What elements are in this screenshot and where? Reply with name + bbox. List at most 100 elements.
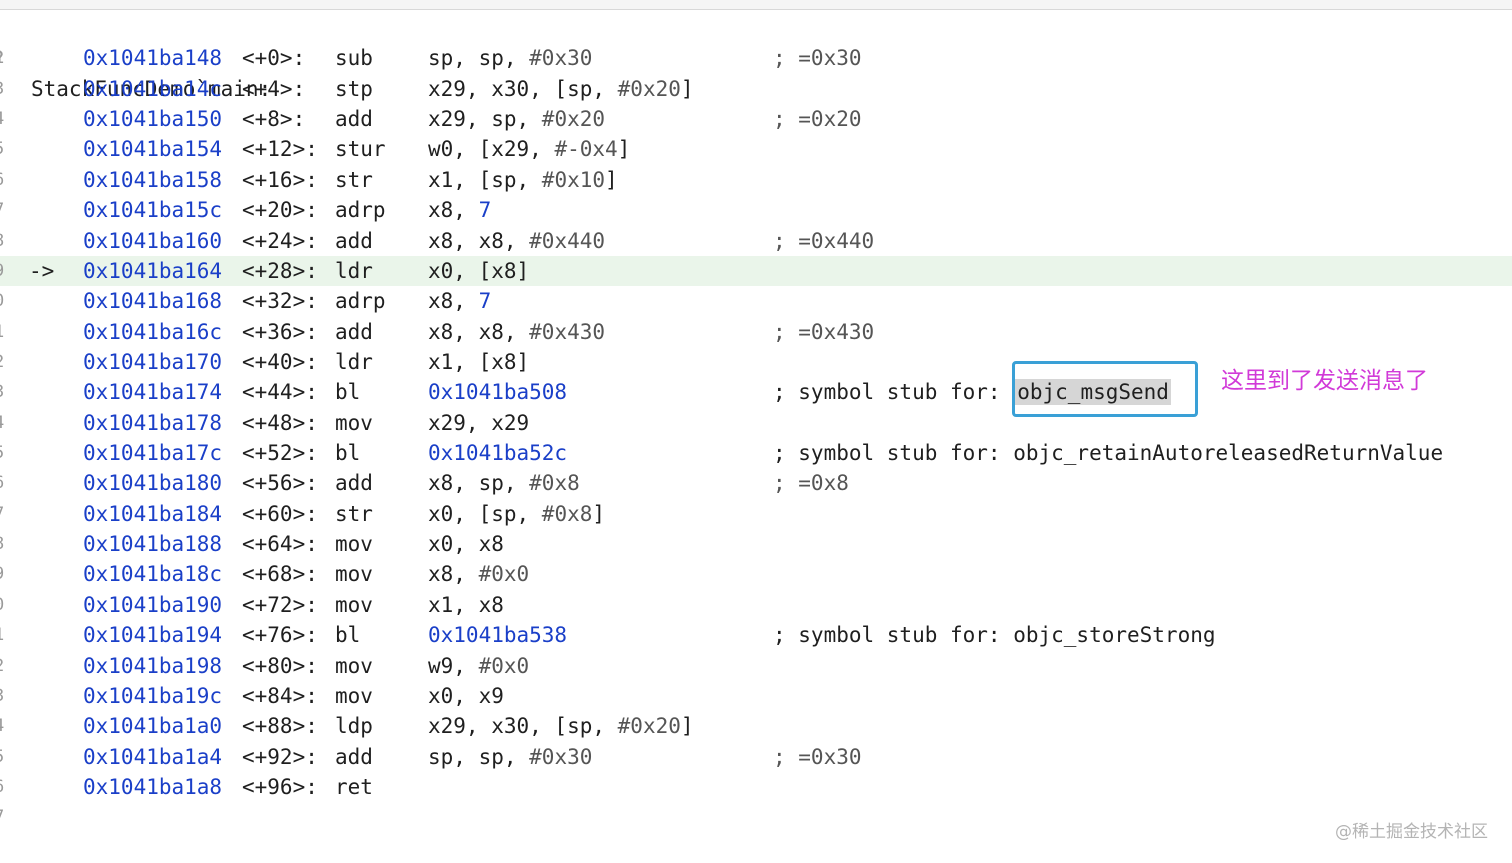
instruction-offset: <+40>: xyxy=(242,349,318,374)
instruction-offset: <+16>: xyxy=(242,167,318,192)
instruction-line[interactable]: 9 -> 0x1041ba164 <+28>: ldr x0, [x8] xyxy=(0,255,1512,287)
instruction-offset: <+88>: xyxy=(242,714,318,739)
disassembly-view[interactable]: 1 StackFuncDemo`main: 2 0x1041ba148 <+0>: s… xyxy=(0,13,1512,833)
operand-immediate: #0x20 xyxy=(617,76,681,101)
instruction-address: 0x1041ba184 xyxy=(83,501,223,526)
instruction-line[interactable]: 6 0x1041ba158 <+16>: str x1, [sp, #0x10] xyxy=(0,165,1512,195)
operand-text: x8, x8, xyxy=(428,228,530,253)
comment-text: ; symbol stub for: objc_retainAutoreleas… xyxy=(773,441,1444,466)
instruction-operands: x29, sp, #0x20 xyxy=(428,104,605,134)
line-number: 6 xyxy=(0,772,8,802)
instruction-line[interactable]: 2 0x1041ba198 <+80>: mov w9, #0x0 xyxy=(0,651,1512,681)
comment-text: ; =0x30 xyxy=(773,744,862,769)
operand-immediate: #0x10 xyxy=(541,167,606,192)
instruction-mnemonic: str xyxy=(335,501,373,526)
instruction-line[interactable]: 1 0x1041ba16c <+36>: add x8, x8, #0x430 ; =0x… xyxy=(0,317,1512,347)
instruction-line[interactable]: 8 0x1041ba160 <+24>: add x8, x8, #0x440 ; =0x… xyxy=(0,226,1512,256)
instruction-offset: <+8>: xyxy=(242,107,306,132)
instruction-comment: ; symbol stub for: objc_storeStrong xyxy=(773,620,1216,650)
instruction-operands: x8, #0x0 xyxy=(428,559,529,589)
instruction-offset: <+4>: xyxy=(242,76,306,101)
instruction-address: 0x1041ba190 xyxy=(83,592,223,617)
line-number: 1 xyxy=(0,317,8,347)
line-number: 3 xyxy=(0,681,8,711)
operand-suffix: ] xyxy=(605,167,618,192)
instruction-line[interactable]: 0 0x1041ba190 <+72>: mov x1, x8 xyxy=(0,590,1512,620)
instruction-mnemonic: add xyxy=(335,471,373,496)
operand-suffix: ] xyxy=(680,714,694,739)
instruction-operands: x8, 7 xyxy=(428,286,491,316)
line-number: 9 xyxy=(0,256,8,286)
line-number: 7 xyxy=(0,802,8,832)
operand-immediate: #0x30 xyxy=(529,46,593,71)
operand-text: x29, x30, [sp, xyxy=(428,76,618,101)
branch-target: 0x1041ba52c xyxy=(428,441,568,466)
instruction-address: 0x1041ba15c xyxy=(83,198,223,223)
instruction-offset: <+92>: xyxy=(242,744,318,769)
instruction-offset: <+20>: xyxy=(242,198,318,223)
instruction-comment: ; =0x8 xyxy=(773,468,849,498)
instruction-offset: <+12>: xyxy=(242,137,318,162)
instruction-line[interactable]: 0 0x1041ba168 <+32>: adrp x8, 7 xyxy=(0,286,1512,316)
instruction-mnemonic: mov xyxy=(335,592,373,617)
instruction-line[interactable]: 5 0x1041ba154 <+12>: stur w0, [x29, #-0x4] xyxy=(0,134,1512,164)
operand-suffix: ] xyxy=(592,501,606,526)
operand-text: x0, x9 xyxy=(428,683,504,708)
instruction-mnemonic: add xyxy=(335,319,373,344)
instruction-offset: <+76>: xyxy=(242,623,318,648)
operand-text: x8, x8, xyxy=(428,319,530,344)
instruction-mnemonic: add xyxy=(335,744,373,769)
line-number: 5 xyxy=(0,438,8,468)
instruction-address: 0x1041ba16c xyxy=(83,319,223,344)
instruction-line[interactable]: 3 0x1041ba14c <+4>: stp x29, x30, [sp, #0x20… xyxy=(0,74,1512,104)
instruction-offset: <+68>: xyxy=(242,562,318,587)
instruction-offset: <+64>: xyxy=(242,532,318,557)
instruction-address: 0x1041ba168 xyxy=(83,289,223,314)
instruction-line[interactable]: 4 0x1041ba1a0 <+88>: ldp x29, x30, [sp, #0x2… xyxy=(0,711,1512,741)
operand-immediate: #0x20 xyxy=(541,107,606,132)
operand-suffix: ] xyxy=(680,76,694,101)
instruction-line[interactable]: 4 0x1041ba178 <+48>: mov x29, x29 xyxy=(0,408,1512,438)
line-number: 3 xyxy=(0,377,8,407)
instruction-line[interactable]: 3 0x1041ba19c <+84>: mov x0, x9 xyxy=(0,681,1512,711)
instruction-operands: x1, x8 xyxy=(428,590,504,620)
operand-text: x8, xyxy=(428,562,479,587)
instruction-line[interactable]: 7 0x1041ba184 <+60>: str x0, [sp, #0x8] xyxy=(0,499,1512,529)
instruction-line[interactable]: 5 0x1041ba1a4 <+92>: add sp, sp, #0x30 ; =0x3… xyxy=(0,742,1512,772)
instruction-offset: <+84>: xyxy=(242,683,318,708)
instruction-offset: <+24>: xyxy=(242,228,318,253)
operand-immediate: #0x440 xyxy=(529,228,606,253)
line-number: 6 xyxy=(0,468,8,498)
instruction-line[interactable]: 9 0x1041ba18c <+68>: mov x8, #0x0 xyxy=(0,559,1512,589)
instruction-offset: <+48>: xyxy=(242,410,318,435)
instruction-operands: x29, x30, [sp, #0x20] xyxy=(428,711,694,741)
annotation-note: 这里到了发送消息了 xyxy=(1221,368,1428,394)
branch-target: 0x1041ba538 xyxy=(428,623,568,648)
comment-text: ; =0x30 xyxy=(773,46,862,71)
instruction-address: 0x1041ba198 xyxy=(83,653,223,678)
instruction-line[interactable]: 5 0x1041ba17c <+52>: bl 0x1041ba52c ; symbol … xyxy=(0,438,1512,468)
instruction-address: 0x1041ba160 xyxy=(83,228,223,253)
instruction-address: 0x1041ba188 xyxy=(83,532,223,557)
operand-text: x29, x29 xyxy=(428,410,530,435)
instruction-mnemonic: sub xyxy=(335,46,373,71)
instruction-mnemonic: ldr xyxy=(335,349,373,374)
instruction-line[interactable]: 1 0x1041ba194 <+76>: bl 0x1041ba538 ; symbol … xyxy=(0,620,1512,650)
instruction-operands: x1, [x8] xyxy=(428,347,529,377)
top-toolbar-edge xyxy=(0,0,1512,10)
instruction-offset: <+32>: xyxy=(242,289,318,314)
instruction-address: 0x1041ba180 xyxy=(83,471,223,496)
instruction-line[interactable]: 7 0x1041ba15c <+20>: adrp x8, 7 xyxy=(0,195,1512,225)
instruction-line[interactable]: 6 0x1041ba180 <+56>: add x8, sp, #0x8 ; =0x8 xyxy=(0,468,1512,498)
operand-immediate: #0x20 xyxy=(617,714,681,739)
instruction-operands: x0, [sp, #0x8] xyxy=(428,499,605,529)
instruction-line[interactable]: 6 0x1041ba1a8 <+96>: ret xyxy=(0,772,1512,802)
instruction-line[interactable]: 8 0x1041ba188 <+64>: mov x0, x8 xyxy=(0,529,1512,559)
comment-text: ; symbol stub for: objc_storeStrong xyxy=(773,623,1216,648)
comment-text: ; =0x430 xyxy=(773,319,875,344)
line-number: 4 xyxy=(0,408,8,438)
instruction-line[interactable]: 4 0x1041ba150 <+8>: add x29, sp, #0x20 ; =0x2… xyxy=(0,104,1512,134)
instruction-line[interactable]: 2 0x1041ba148 <+0>: sub sp, sp, #0x30 ; =0x30 xyxy=(0,43,1512,73)
line-number: 8 xyxy=(0,529,8,559)
line-number: 7 xyxy=(0,499,8,529)
